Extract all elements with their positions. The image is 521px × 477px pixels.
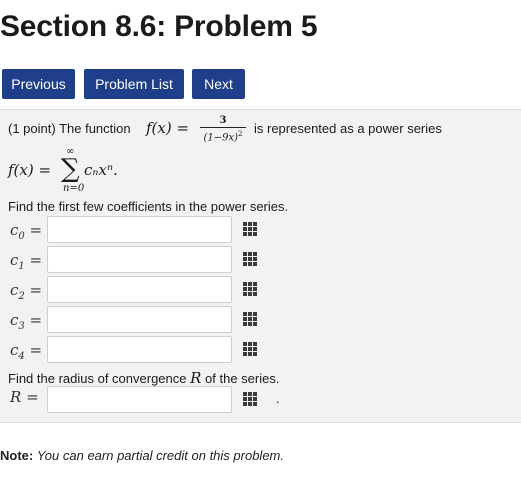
function-fraction: 3 (1−9x)2 (200, 115, 246, 143)
fraction-numerator: 3 (219, 115, 227, 126)
radius-label: R = (10, 388, 39, 406)
page-title: Section 8.6: Problem 5 (0, 10, 318, 43)
c4-input[interactable] (47, 336, 232, 363)
coefficient-label-c2: c2 = (10, 281, 43, 302)
problem-list-button[interactable]: Problem List (84, 69, 184, 99)
c1-equation-editor-icon[interactable] (243, 252, 257, 266)
function-lhs: f(x) = (146, 119, 190, 137)
c3-equation-editor-icon[interactable] (243, 312, 257, 326)
series-lhs: f(x) = (8, 161, 52, 179)
radius-equation-editor-icon[interactable] (243, 392, 257, 406)
partial-credit-note: Note: You can earn partial credit on thi… (0, 448, 284, 463)
c0-input[interactable] (47, 216, 232, 243)
c1-input[interactable] (47, 246, 232, 273)
c3-input[interactable] (47, 306, 232, 333)
coefficient-label-c0: c0 = (10, 221, 43, 242)
fraction-denominator: (1−9x)2 (203, 130, 243, 144)
radius-input[interactable] (47, 386, 232, 413)
sum-lower-limit: n=0 (63, 183, 85, 194)
c2-input[interactable] (47, 276, 232, 303)
points-text: (1 point) The function (8, 121, 131, 136)
next-button[interactable]: Next (192, 69, 245, 99)
c4-equation-editor-icon[interactable] (243, 342, 257, 356)
coefficients-prompt: Find the first few coefficients in the p… (8, 199, 289, 214)
radius-prompt: Find the radius of convergence R of the … (8, 369, 280, 387)
note-label: Note: (0, 448, 34, 463)
coefficient-label-c4: c4 = (10, 341, 43, 362)
coefficient-label-c1: c1 = (10, 251, 43, 272)
coefficient-label-c3: c3 = (10, 311, 43, 332)
c2-equation-editor-icon[interactable] (243, 282, 257, 296)
note-text: You can earn partial credit on this prob… (36, 448, 284, 463)
c0-equation-editor-icon[interactable] (243, 222, 257, 236)
previous-button[interactable]: Previous (2, 69, 75, 99)
fraction-bar (200, 127, 246, 128)
radius-trailing-period: . (276, 391, 280, 406)
series-term: cₙxⁿ. (84, 161, 118, 179)
represented-text: is represented as a power series (254, 121, 442, 136)
sigma-symbol: ∑ (61, 154, 80, 184)
